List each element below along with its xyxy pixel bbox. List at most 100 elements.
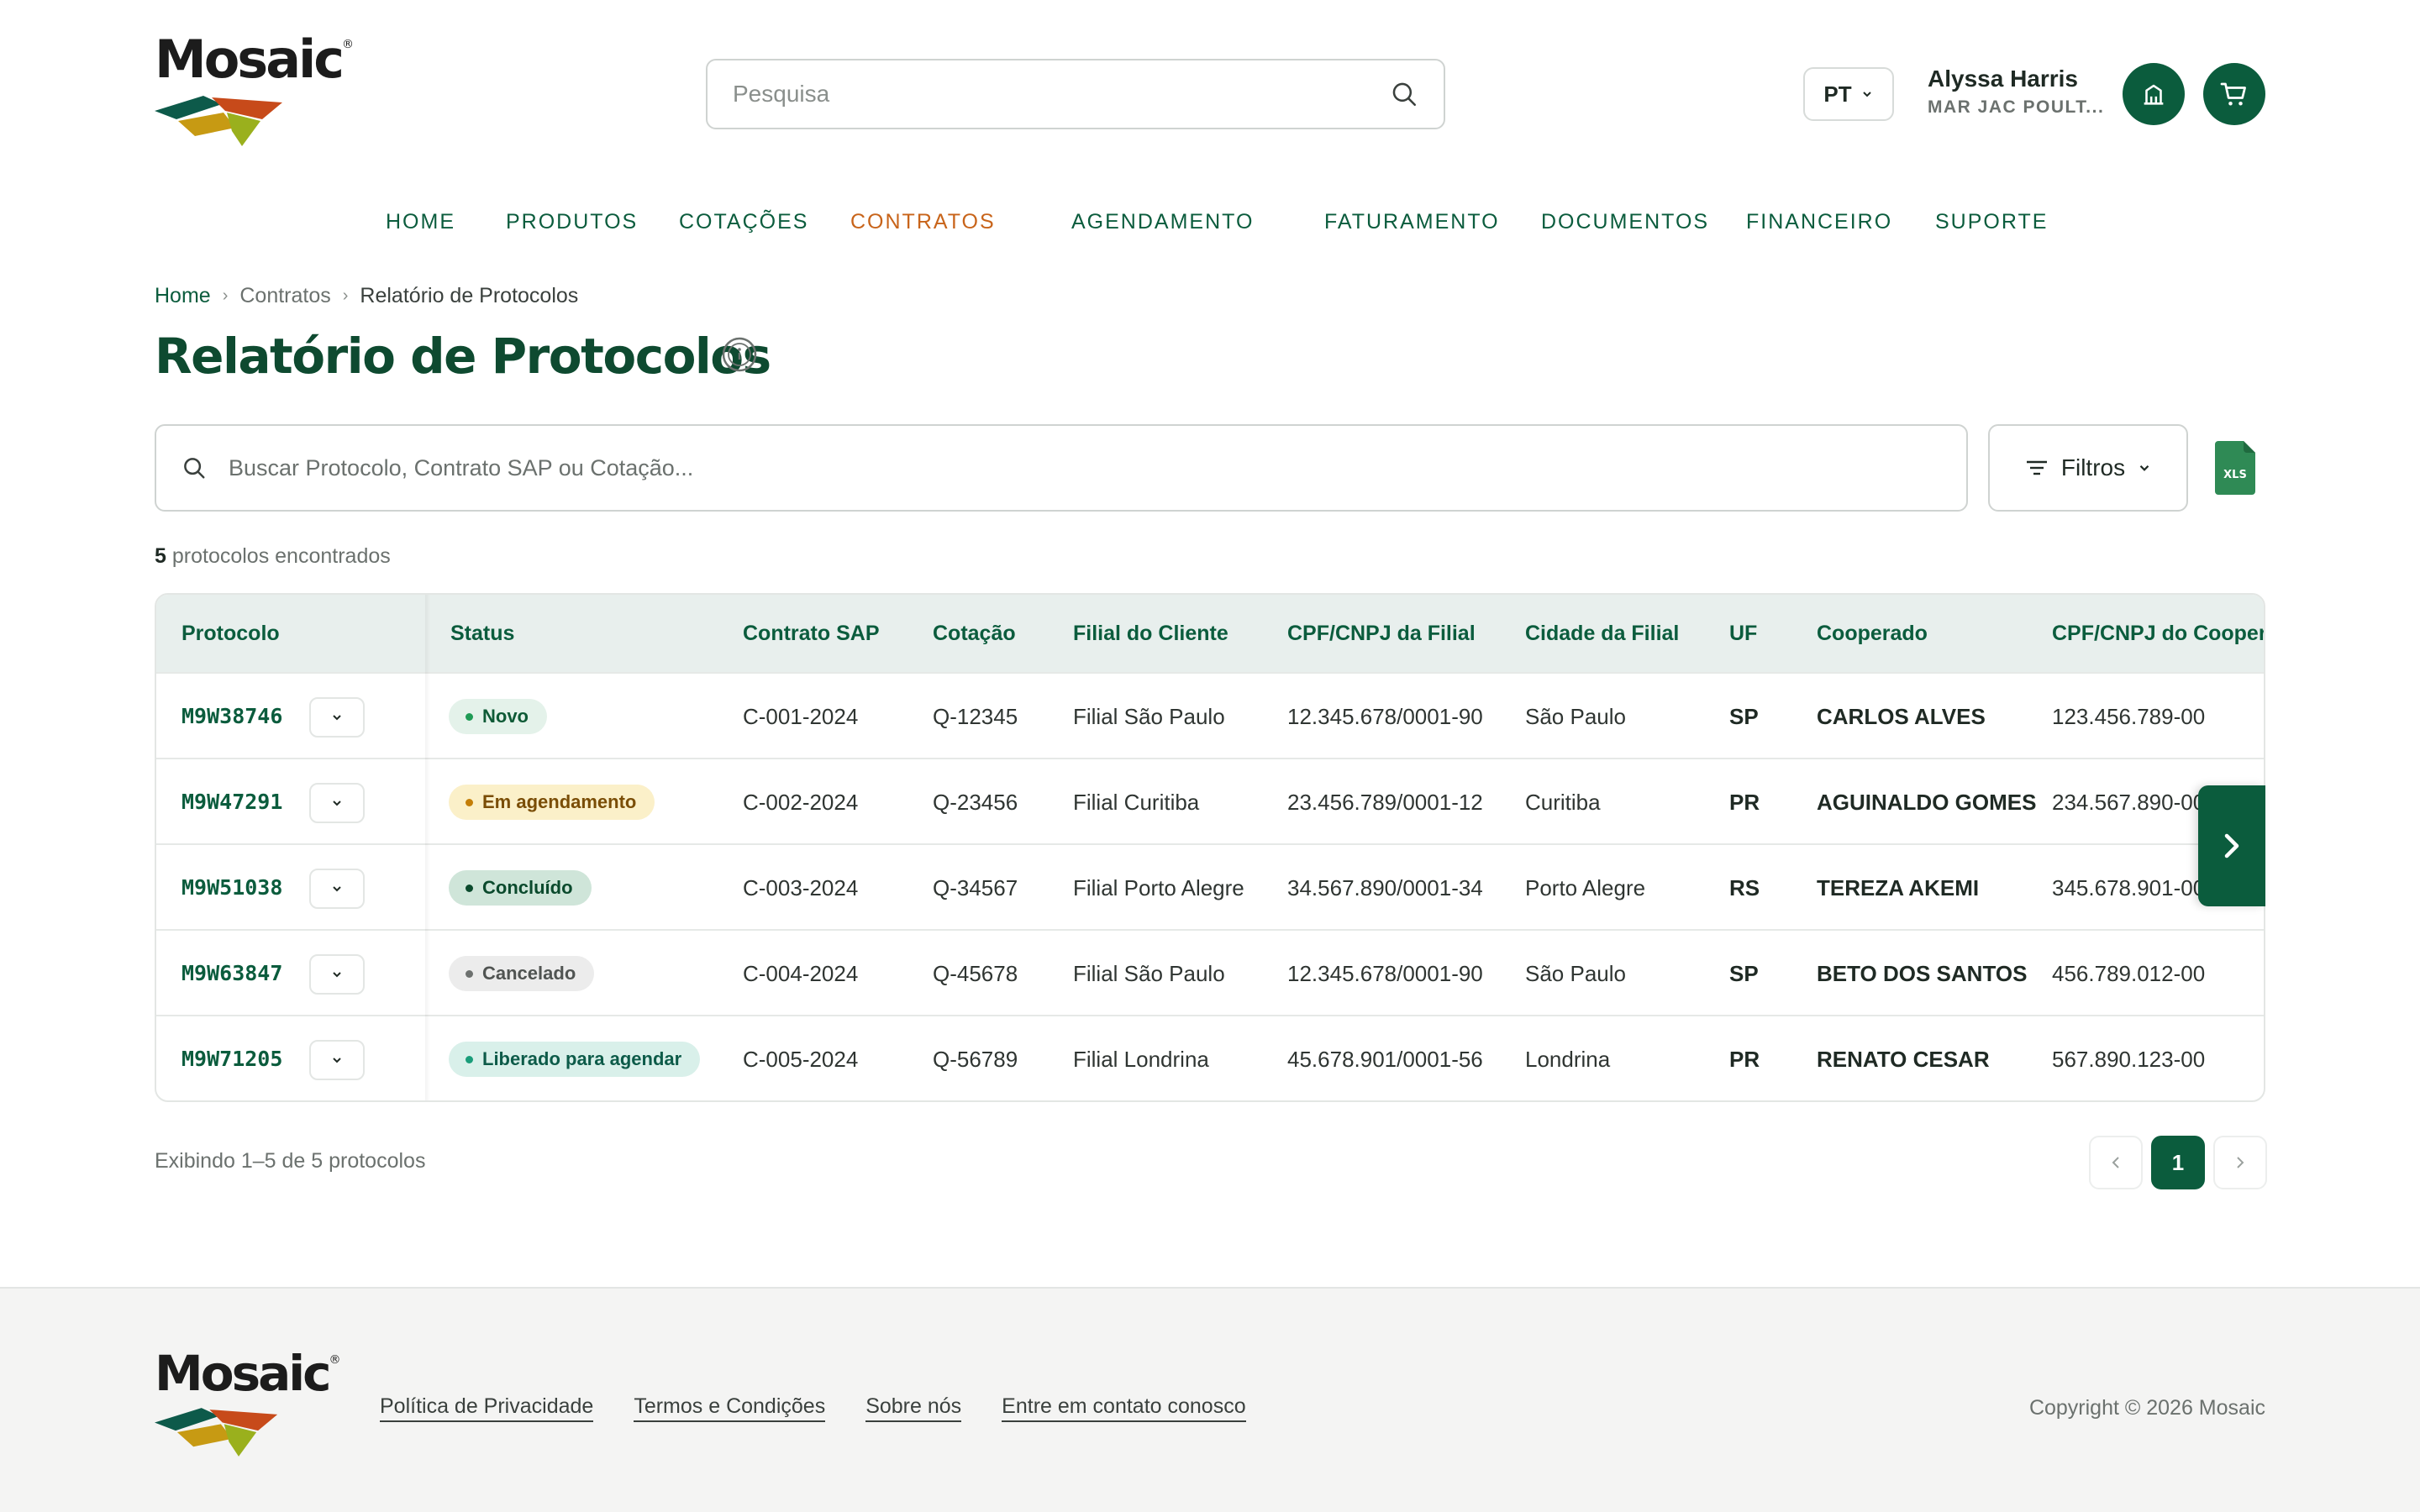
quotation: Q-23456 (933, 790, 1018, 815)
cooperado-cpf: 456.789.012-00 (2052, 961, 2206, 986)
logo-wordmark: Mosaic (155, 1345, 331, 1402)
bank-button[interactable] (2123, 63, 2185, 125)
user-info[interactable]: Alyssa Harris MAR JAC POULT... (1928, 66, 2104, 118)
chevron-down-icon (333, 715, 341, 721)
column-header[interactable]: Cooperado (1817, 622, 1928, 646)
filters-button[interactable]: Filtros (1988, 424, 2188, 512)
results-count-number: 5 (155, 544, 166, 568)
client-branch: Filial Porto Alegre (1073, 875, 1244, 900)
cart-button[interactable] (2203, 63, 2265, 125)
nav-contratos[interactable]: CONTRATOS (850, 210, 996, 234)
chevron-down-icon (1862, 92, 1871, 97)
column-header[interactable]: Cidade da Filial (1525, 622, 1679, 646)
cooperado-cpf: 345.678.901-00 (2052, 875, 2206, 900)
logo-mark-icon (155, 96, 282, 146)
column-header[interactable]: UF (1729, 622, 1757, 646)
filter-icon (2026, 460, 2047, 475)
copyright: Copyright © 2026 Mosaic (2028, 1396, 2265, 1420)
breadcrumb-home[interactable]: Home (155, 284, 211, 308)
footer-link-contact[interactable]: Entre em contato conosco (1002, 1394, 1246, 1422)
column-header[interactable]: Status (450, 622, 514, 646)
footer: Mosaic® Política de Privacidade Termos e… (0, 1287, 2420, 1512)
results-count: 5 protocolos encontrados (155, 544, 391, 569)
scroll-table-right-button[interactable] (2198, 785, 2265, 906)
client-branch: Filial Curitiba (1073, 790, 1200, 815)
results-count-text: protocolos encontrados (171, 544, 391, 568)
protocol-search-input[interactable] (229, 454, 1941, 481)
previous-page-button[interactable] (2089, 1136, 2143, 1189)
bank-icon (2144, 84, 2164, 105)
client-branch: Filial São Paulo (1073, 961, 1225, 986)
mosaic-logo[interactable]: Mosaic® (155, 34, 356, 160)
cooperado-name: AGUINALDO GOMES (1817, 790, 2037, 815)
cooperado-name: CARLOS ALVES (1817, 704, 1986, 729)
expand-row-button[interactable] (309, 697, 365, 738)
contract-sap: C-001-2024 (743, 704, 859, 729)
expand-row-button[interactable] (309, 783, 365, 823)
footer-logo[interactable]: Mosaic® (155, 1349, 356, 1475)
user-company: MAR JAC POULT... (1928, 97, 2105, 117)
xls-file-icon[interactable]: XLS (2215, 441, 2255, 495)
global-search-input[interactable] (733, 81, 1390, 108)
column-header[interactable]: CPF/CNPJ da Filial (1287, 622, 1476, 646)
nav-produtos[interactable]: PRODUTOS (506, 210, 638, 234)
branch-cnpj: 34.567.890/0001-34 (1287, 875, 1483, 900)
page-title: Relatório de Protocolos (155, 328, 771, 385)
language-selector[interactable]: PT (1803, 67, 1894, 121)
logo-wordmark: Mosaic (155, 29, 345, 90)
search-icon[interactable] (1390, 80, 1418, 108)
protocol-id[interactable]: M9W51038 (182, 875, 282, 900)
nav-cotacoes[interactable]: COTAÇÕES (679, 210, 808, 234)
nav-faturamento[interactable]: FATURAMENTO (1324, 210, 1500, 234)
nav-agendamento[interactable]: AGENDAMENTO (1071, 210, 1254, 234)
footer-link-about[interactable]: Sobre nós (865, 1394, 962, 1422)
branch-uf: PR (1729, 790, 1760, 815)
protocol-id[interactable]: M9W38746 (182, 704, 282, 728)
branch-uf: RS (1729, 875, 1760, 900)
quotation: Q-56789 (933, 1047, 1018, 1072)
footer-links: Política de Privacidade Termos e Condiçõ… (380, 1394, 1246, 1422)
nav-documentos[interactable]: DOCUMENTOS (1541, 210, 1709, 234)
language-label: PT (1823, 81, 1852, 107)
protocol-id[interactable]: M9W71205 (182, 1047, 282, 1071)
table-row[interactable]: M9W51038 Concluído C-003-2024 Q-34567 Fi… (156, 843, 2264, 929)
column-header[interactable]: Filial do Cliente (1073, 622, 1228, 646)
footer-link-privacy[interactable]: Política de Privacidade (380, 1394, 594, 1422)
branch-cnpj: 12.345.678/0001-90 (1287, 961, 1483, 986)
contract-sap: C-002-2024 (743, 790, 859, 815)
column-header[interactable]: CPF/CNPJ do Coopera (2052, 622, 2264, 646)
nav-suporte[interactable]: SUPORTE (1935, 210, 2048, 234)
quotation: Q-45678 (933, 961, 1018, 986)
contract-sap: C-003-2024 (743, 875, 859, 900)
protocols-table: Protocolo Status Contrato SAP Cotação Fi… (155, 593, 2265, 1102)
cooperado-name: RENATO CESAR (1817, 1047, 1990, 1072)
next-page-button[interactable] (2213, 1136, 2267, 1189)
column-header[interactable]: Cotação (933, 622, 1016, 646)
nav-financeiro[interactable]: FINANCEIRO (1746, 210, 1892, 234)
table-row[interactable]: M9W47291 Em agendamento C-002-2024 Q-234… (156, 758, 2264, 843)
table-row[interactable]: M9W38746 Novo C-001-2024 Q-12345 Filial … (156, 672, 2264, 758)
expand-row-button[interactable] (309, 1040, 365, 1080)
protocol-id[interactable]: M9W63847 (182, 961, 282, 985)
breadcrumb-contratos[interactable]: Contratos (239, 284, 330, 308)
column-header[interactable]: Contrato SAP (743, 622, 880, 646)
table-row[interactable]: M9W71205 Liberado para agendar C-005-202… (156, 1015, 2264, 1100)
page-number-button[interactable]: 1 (2151, 1136, 2205, 1189)
table-row[interactable]: M9W63847 Cancelado C-004-2024 Q-45678 Fi… (156, 929, 2264, 1015)
status-badge: Cancelado (449, 956, 595, 991)
column-header[interactable]: Protocolo (182, 622, 280, 646)
breadcrumb-separator: › (222, 286, 229, 305)
contract-sap: C-005-2024 (743, 1047, 859, 1072)
chevron-right-icon (2224, 833, 2239, 858)
client-branch: Filial São Paulo (1073, 704, 1225, 729)
nav-home[interactable]: HOME (386, 210, 455, 234)
chevron-down-icon (2139, 465, 2149, 471)
chevron-down-icon (333, 886, 341, 892)
info-icon[interactable] (721, 336, 758, 373)
cooperado-cpf: 234.567.890-00 (2052, 790, 2206, 815)
expand-row-button[interactable] (309, 954, 365, 995)
protocol-id[interactable]: M9W47291 (182, 790, 282, 814)
main-nav: HOME PRODUTOS COTAÇÕES CONTRATOS AGENDAM… (0, 210, 2420, 235)
expand-row-button[interactable] (309, 869, 365, 909)
footer-link-terms[interactable]: Termos e Condições (634, 1394, 826, 1422)
